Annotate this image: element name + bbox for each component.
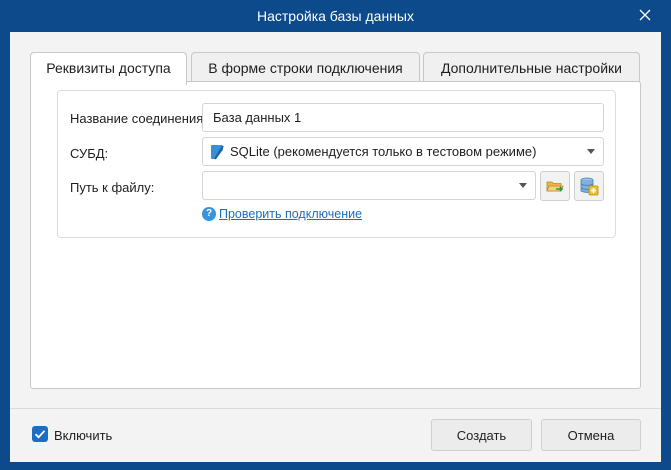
browse-file-button[interactable]: [540, 171, 570, 201]
create-button[interactable]: Создать: [431, 419, 532, 451]
footer-divider: [10, 408, 661, 409]
new-database-button[interactable]: [574, 171, 604, 201]
enable-checkbox[interactable]: [32, 426, 48, 442]
connection-name-input[interactable]: [202, 103, 604, 132]
enable-label[interactable]: Включить: [54, 428, 112, 443]
dbms-label: СУБД:: [70, 146, 109, 161]
checkmark-icon: [34, 430, 46, 439]
check-connection-link[interactable]: Проверить подключение: [219, 207, 362, 221]
chevron-down-icon: [519, 183, 527, 188]
dbms-select[interactable]: SQLite (рекомендуется только в тестовом …: [202, 137, 604, 166]
dialog-body: Реквизиты доступа В форме строки подключ…: [10, 32, 661, 462]
open-folder-icon: [546, 181, 564, 192]
close-icon: [639, 9, 651, 21]
connection-settings-group: Название соединения: СУБД: SQLite (реком…: [57, 90, 616, 238]
file-path-combo[interactable]: [202, 171, 536, 200]
close-button[interactable]: [635, 5, 655, 25]
tab-connection-string[interactable]: В форме строки подключения: [191, 52, 420, 83]
tab-additional-settings[interactable]: Дополнительные настройки: [423, 52, 640, 83]
new-database-icon: [580, 177, 599, 196]
help-icon: ?: [202, 207, 216, 221]
sqlite-icon: [211, 145, 224, 160]
title-bar: Настройка базы данных: [0, 0, 671, 32]
cancel-button[interactable]: Отмена: [541, 419, 641, 451]
window-title: Настройка базы данных: [257, 8, 414, 24]
tab-access-details[interactable]: Реквизиты доступа: [30, 52, 187, 85]
chevron-down-icon: [587, 149, 595, 154]
connection-name-label: Название соединения:: [70, 111, 207, 126]
file-path-label: Путь к файлу:: [70, 180, 155, 195]
dbms-select-value: SQLite (рекомендуется только в тестовом …: [230, 144, 537, 159]
